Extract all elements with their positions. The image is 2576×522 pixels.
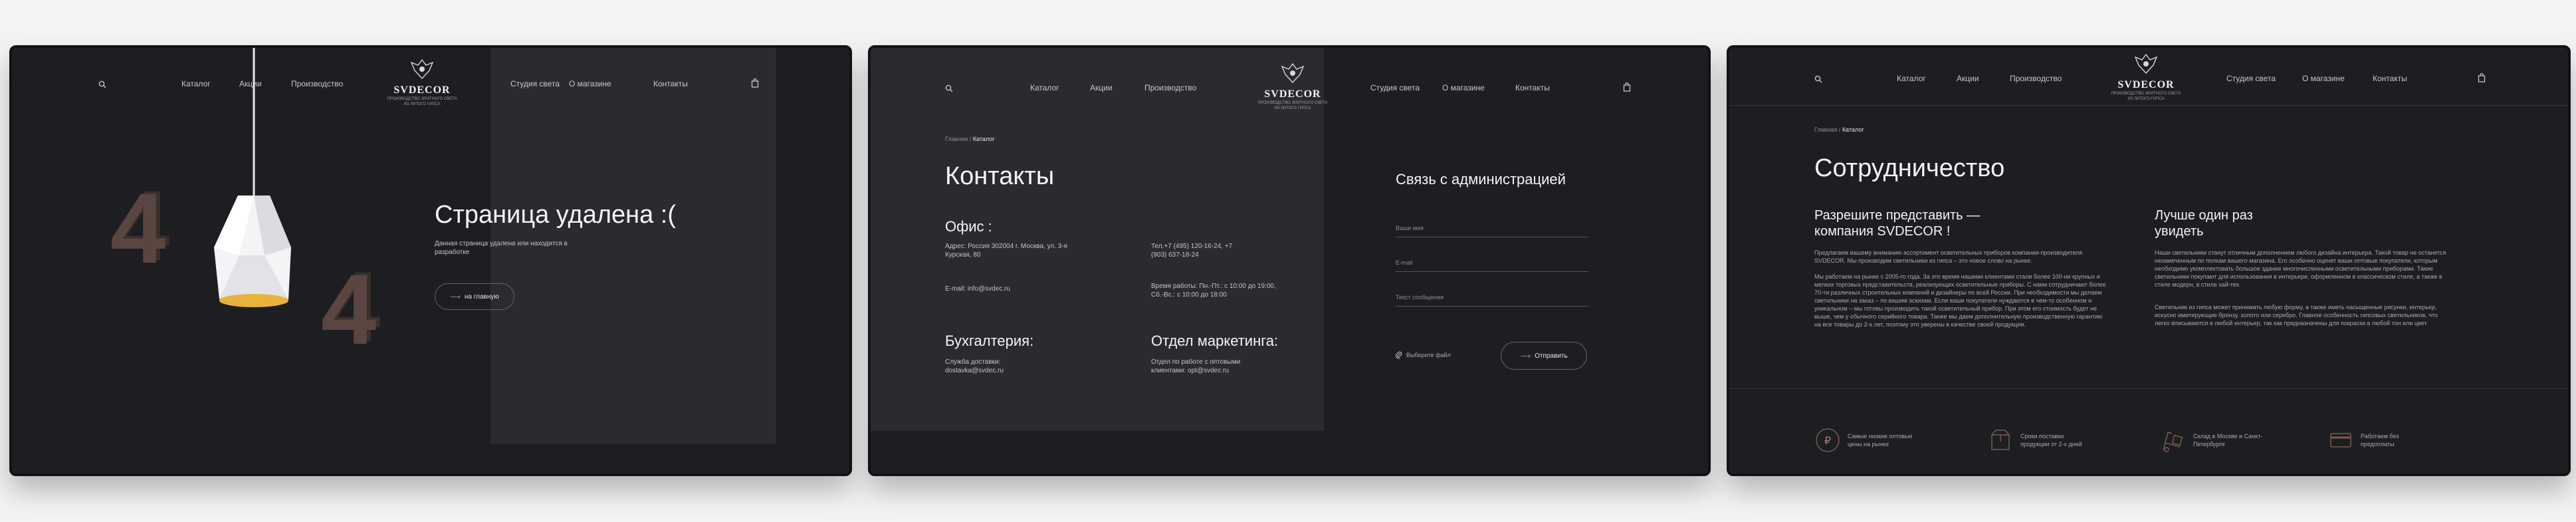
logo-tagline-2: ИЗ ЛИТОГО ГИПСА <box>2127 97 2165 101</box>
card-icon <box>2330 433 2351 448</box>
arrow-right-icon: ⟶ <box>1520 352 1531 360</box>
warehouse-icon <box>2163 432 2183 452</box>
office-address: Адрес: Россия 302004 г. Москва, ул. 3-я … <box>945 243 1068 259</box>
see-paragraph-1: Наши светильники станут отличным дополне… <box>2155 249 2446 288</box>
accounting-heading: Бухгалтерия: <box>945 332 1034 349</box>
breadcrumb-current: Каталог <box>972 136 995 142</box>
nav-catalog[interactable]: Каталог <box>1897 74 1926 83</box>
see-heading: Лучше один раз увидеть <box>2155 208 2253 239</box>
site-logo[interactable]: SVDECOR ПРОИЗВОДСТВО ЭЛИТНОГО СВЕТА ИЗ Л… <box>372 59 472 107</box>
search-icon[interactable] <box>1814 74 1822 86</box>
breadcrumb: Главная / Каталог <box>945 136 995 142</box>
see-paragraph-2: Светильник из гипса может принимать любу… <box>2155 304 2438 326</box>
svg-text:₽: ₽ <box>1824 434 1831 447</box>
page-title: Контакты <box>945 162 1055 190</box>
breadcrumb-current: Каталог <box>1842 126 1864 133</box>
cart-icon[interactable] <box>1623 82 1631 95</box>
nav-contacts[interactable]: Контакты <box>1515 83 1550 92</box>
nav-about[interactable]: О магазине <box>569 79 611 88</box>
office-email[interactable]: E-mail: info@svdec.ru <box>945 285 1010 294</box>
page-title: Сотрудничество <box>1814 154 2005 182</box>
feature-item: Склад в Москве и Санкт-Петербурге <box>2160 427 2266 454</box>
marketing-heading: Отдел маркетинга: <box>1151 332 1279 349</box>
page-description: Данная страница удалена или находится в … <box>435 240 568 256</box>
logo-tagline-2: ИЗ ЛИТОГО ГИПСА <box>1274 106 1311 110</box>
digit-four-right: 4 <box>321 253 377 365</box>
email-field[interactable]: E-mail <box>1396 257 1588 272</box>
nav-contacts[interactable]: Контакты <box>653 79 688 88</box>
logo-name: SVDECOR <box>393 84 451 96</box>
contacts-screen: Каталог Акции Производство SVDECOR ПРОИЗ… <box>868 45 1711 476</box>
cart-icon[interactable] <box>751 78 759 91</box>
logo-name: SVDECOR <box>1264 88 1321 100</box>
intro-paragraph-1: Предлагаем вашему вниманию ассортимент о… <box>1814 249 2083 264</box>
name-field[interactable]: Ваше имя <box>1396 222 1588 237</box>
intro-heading: Разрешите представить — компания SVDECOR… <box>1814 208 1981 239</box>
nav-studio[interactable]: Студия света <box>1370 83 1420 92</box>
nav-contacts[interactable]: Контакты <box>2373 74 2407 83</box>
message-field[interactable]: Текст сообщения <box>1396 291 1588 307</box>
paperclip-icon <box>1396 351 1402 359</box>
office-hours: Время работы: Пн.-Пт.: с 10:00 до 19:00,… <box>1151 283 1276 299</box>
form-heading: Связь с администрацией <box>1396 171 1566 188</box>
intro-paragraph-2: Мы работаем на рынке с 2005-го года. За … <box>1814 273 2106 328</box>
logo-tagline: ПРОИЗВОДСТВО ЭЛИТНОГО СВЕТА <box>387 97 457 101</box>
box-icon <box>1991 430 2010 450</box>
attach-file-button[interactable]: Выберите файл <box>1396 351 1451 359</box>
cart-icon[interactable] <box>2478 72 2486 86</box>
feature-item: Работаем без предоплаты <box>2327 427 2427 454</box>
logo-name: SVDECOR <box>2117 79 2175 90</box>
marketing-contact: Отдел по работе с оптовыми клиентами: op… <box>1151 358 1241 374</box>
pendant-lamp-illustration <box>214 48 291 307</box>
breadcrumb-home[interactable]: Главная <box>1814 126 1837 133</box>
home-button[interactable]: ⟶ на главную <box>435 283 514 310</box>
digit-four-left: 4 <box>110 172 166 284</box>
search-icon[interactable] <box>945 84 953 96</box>
nav-about[interactable]: О магазине <box>2302 74 2345 83</box>
nav-sales[interactable]: Акции <box>1090 83 1113 92</box>
logo-tagline-2: ИЗ ЛИТОГО ГИПСА <box>403 102 441 106</box>
page-title: Страница удалена :( <box>435 201 677 229</box>
feature-item: Сроки поставки продукции от 2-х дней <box>1987 427 2093 454</box>
page-404-screen: Каталог Акции Производство SVDECOR ПРОИЗ… <box>9 45 852 476</box>
office-heading: Офис : <box>945 218 992 235</box>
breadcrumb-home[interactable]: Главная <box>945 136 968 142</box>
site-header: Каталог Акции Производство SVDECOR ПРОИЗ… <box>12 48 849 128</box>
nav-studio[interactable]: Студия света <box>2226 74 2276 83</box>
search-icon[interactable] <box>98 80 106 92</box>
accounting-contact: Служба доставки: dostavka@svdec.ru <box>945 358 1004 374</box>
crest-icon <box>1281 63 1305 84</box>
logo-tagline: ПРОИЗВОДСТВО ЭЛИТНОГО СВЕТА <box>1257 101 1328 105</box>
office-phones[interactable]: Тел.+7 (495) 120-16-24, +7 (903) 637-18-… <box>1151 242 1244 259</box>
site-logo[interactable]: SVDECOR ПРОИЗВОДСТВО ЭЛИТНОГО СВЕТА ИЗ Л… <box>2096 53 2196 102</box>
nav-sales[interactable]: Акции <box>1957 74 1979 83</box>
nav-studio[interactable]: Студия света <box>510 79 560 88</box>
crest-icon <box>2134 53 2158 74</box>
site-logo[interactable]: SVDECOR ПРОИЗВОДСТВО ЭЛИТНОГО СВЕТА ИЗ Л… <box>1243 63 1342 111</box>
features-divider <box>1729 388 2568 389</box>
nav-catalog[interactable]: Каталог <box>1030 83 1059 92</box>
header-divider <box>1729 105 2568 106</box>
price-icon: ₽ <box>1816 428 1840 452</box>
site-header: Каталог Акции Производство SVDECOR ПРОИЗ… <box>871 48 1708 128</box>
arrow-right-icon: ⟶ <box>450 293 461 301</box>
nav-production[interactable]: Производство <box>2010 74 2062 83</box>
nav-about[interactable]: О магазине <box>1442 83 1485 92</box>
crest-icon <box>410 59 434 80</box>
logo-tagline: ПРОИЗВОДСТВО ЭЛИТНОГО СВЕТА <box>2111 92 2181 96</box>
feature-item: ₽ Самые низкие оптовые цены на рынке <box>1814 427 1921 454</box>
breadcrumb: Главная / Каталог <box>1814 126 1864 133</box>
nav-production[interactable]: Производство <box>1144 83 1196 92</box>
cooperation-screen: Каталог Акции Производство SVDECOR ПРОИЗ… <box>1727 45 2571 476</box>
submit-button[interactable]: ⟶ Отправить <box>1501 342 1587 370</box>
site-header: Каталог Акции Производство SVDECOR ПРОИЗ… <box>1729 48 2568 128</box>
